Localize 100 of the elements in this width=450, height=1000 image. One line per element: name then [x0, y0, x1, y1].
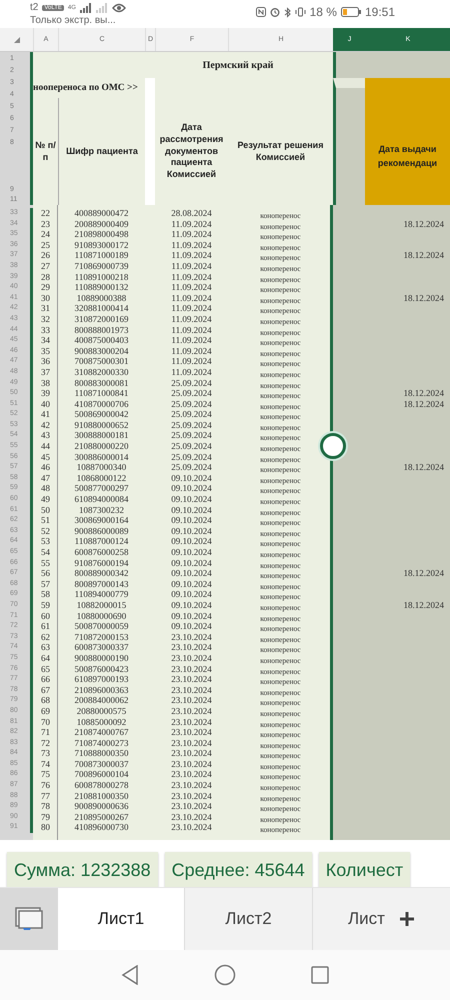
- table-cell-text: 800889000342: [74, 568, 130, 579]
- table-cell-text: 18.12.2024: [402, 292, 445, 304]
- summary-chip: Количест: [318, 852, 410, 887]
- summary-chip: Сумма: 1232388: [7, 852, 158, 887]
- table-cell-text: 18.12.2024: [402, 388, 445, 399]
- table-cell-text: 23.10.2024: [170, 769, 213, 780]
- table-cell-text: 110871000189: [74, 250, 130, 261]
- table-cell-text: 500876000423: [74, 664, 130, 674]
- table-cell-text: 500870000059: [74, 621, 130, 632]
- table-cell-text: 11.09.2024: [170, 240, 213, 250]
- table-cell-text: 25.09.2024: [170, 388, 213, 399]
- table-cell-text: 710874000273: [74, 738, 130, 748]
- table-cell-text: 200884000062: [74, 695, 130, 706]
- table-cell-text: 23.10.2024: [170, 780, 213, 791]
- sheets-icon[interactable]: [15, 907, 43, 931]
- table-cell-text: 800888001973: [74, 324, 130, 336]
- table-cell-text: 60: [40, 610, 51, 622]
- table-cell-text: 23.10.2024: [170, 738, 213, 748]
- selection-handle[interactable]: [320, 433, 346, 459]
- table-cell-text: 40: [40, 398, 51, 410]
- table-cell-text: 69: [40, 706, 51, 716]
- table-cell-text: 23.10.2024: [170, 674, 213, 685]
- table-cell-text: 10887000340: [76, 462, 128, 473]
- table-cell-text: 25: [40, 240, 51, 250]
- table-cell-text: 76: [40, 780, 51, 791]
- table-cell-text: 110891000218: [74, 272, 130, 282]
- eye-icon: [112, 2, 126, 12]
- signal-icon: [96, 2, 108, 12]
- table-cell-text: 25.09.2024: [170, 420, 213, 430]
- signal-icon: [80, 2, 92, 12]
- alarm-icon: [270, 7, 280, 17]
- recents-icon[interactable]: [311, 966, 329, 984]
- table-cell-text: 23.10.2024: [170, 706, 213, 716]
- select-all-icon[interactable]: [14, 36, 20, 42]
- table-cell-text: 55: [40, 558, 51, 568]
- table-cell-text: 61: [40, 621, 51, 632]
- home-icon[interactable]: [214, 964, 236, 986]
- table-cell-text: 600876000258: [74, 547, 130, 558]
- table-cell-text: 910876000194: [74, 558, 130, 568]
- table-cell-text: 320881000414: [74, 303, 130, 314]
- table-cell-text: 210898000498: [74, 229, 130, 240]
- table-cell-text: 58: [40, 589, 51, 600]
- table-cell-text: 37: [40, 366, 51, 378]
- table-cell-text: 47: [40, 472, 51, 484]
- table-cell-text: 18.12.2024: [402, 600, 445, 611]
- table-cell-text: 800883000081: [74, 378, 130, 388]
- sheet-tab[interactable]: Лист1: [58, 888, 185, 950]
- table-cell-text: 910880000652: [74, 420, 130, 430]
- table-cell-text: 26: [40, 250, 51, 261]
- table-cell-text: 25.09.2024: [170, 409, 213, 420]
- table-cell-text: 78: [40, 801, 51, 812]
- table-cell-text: 500869000042: [74, 409, 130, 420]
- table-cell-text: 75: [40, 769, 51, 780]
- table-cell-text: 73: [40, 748, 51, 759]
- table-cell-text: 35: [40, 346, 51, 356]
- table-cell-text: 44: [40, 441, 51, 452]
- table-cell-text: 36: [40, 356, 51, 367]
- table-cell-text: 910893000172: [74, 240, 130, 250]
- table-cell-text: 710872000153: [74, 632, 130, 642]
- table-cell-text: 25.09.2024: [170, 378, 213, 388]
- table-cell-text: 11.09.2024: [170, 229, 213, 240]
- table-cell-text: 09.10.2024: [170, 600, 213, 611]
- table-cell-text: 27: [40, 260, 51, 272]
- table-cell-text: 10889000388: [76, 292, 128, 304]
- table-cell-text: 45: [40, 452, 51, 462]
- table-cell-text: 400875000403: [74, 335, 130, 346]
- sheet-tab[interactable]: Лист: [348, 909, 385, 929]
- table-cell-text: 66: [40, 674, 51, 685]
- table-cell-text: 11.09.2024: [170, 272, 213, 282]
- battery-icon: [340, 7, 361, 17]
- table-cell-text: 23.10.2024: [170, 758, 213, 770]
- table-cell-text: 11.09.2024: [170, 260, 213, 272]
- table-cell-text: 09.10.2024: [170, 515, 213, 526]
- table-cell-text: 11.09.2024: [170, 314, 213, 325]
- table-cell-text: 11.09.2024: [170, 356, 213, 367]
- back-icon[interactable]: [121, 965, 139, 985]
- table-cell-text: 110871000841: [74, 388, 130, 399]
- table-cell-text: 11.09.2024: [170, 292, 213, 304]
- table-cell-text: 25.09.2024: [170, 462, 213, 473]
- table-cell-text: 09.10.2024: [170, 494, 213, 505]
- table-cell-text: 39: [40, 388, 51, 399]
- summary-chip: Среднее: 45644: [164, 852, 312, 887]
- table-cell-text: 23.10.2024: [170, 822, 213, 834]
- table-cell-text: 11.09.2024: [170, 282, 213, 293]
- column-title: № п/п: [35, 140, 56, 164]
- table-cell-text: 52: [40, 526, 51, 536]
- column-title: Результат решения Комиссией: [236, 140, 324, 164]
- sheet-title: Пермский край: [202, 60, 274, 70]
- table-cell-text: 400889000472: [74, 208, 130, 219]
- table-cell-text: 18.12.2024: [402, 250, 445, 261]
- table-cell-text: 67: [40, 684, 51, 696]
- table-cell-text: 10882000015: [76, 600, 128, 611]
- table-cell-text: 43: [40, 430, 51, 442]
- notification-text: Только экстр. вы...: [30, 15, 117, 26]
- table-cell-text: 23.10.2024: [170, 727, 213, 738]
- nfc-icon: [256, 7, 266, 17]
- table-cell-text: 62: [40, 632, 51, 642]
- table-cell-text: 28.08.2024: [170, 208, 213, 219]
- add-icon[interactable]: [398, 911, 415, 927]
- vibrate-icon: [294, 7, 306, 17]
